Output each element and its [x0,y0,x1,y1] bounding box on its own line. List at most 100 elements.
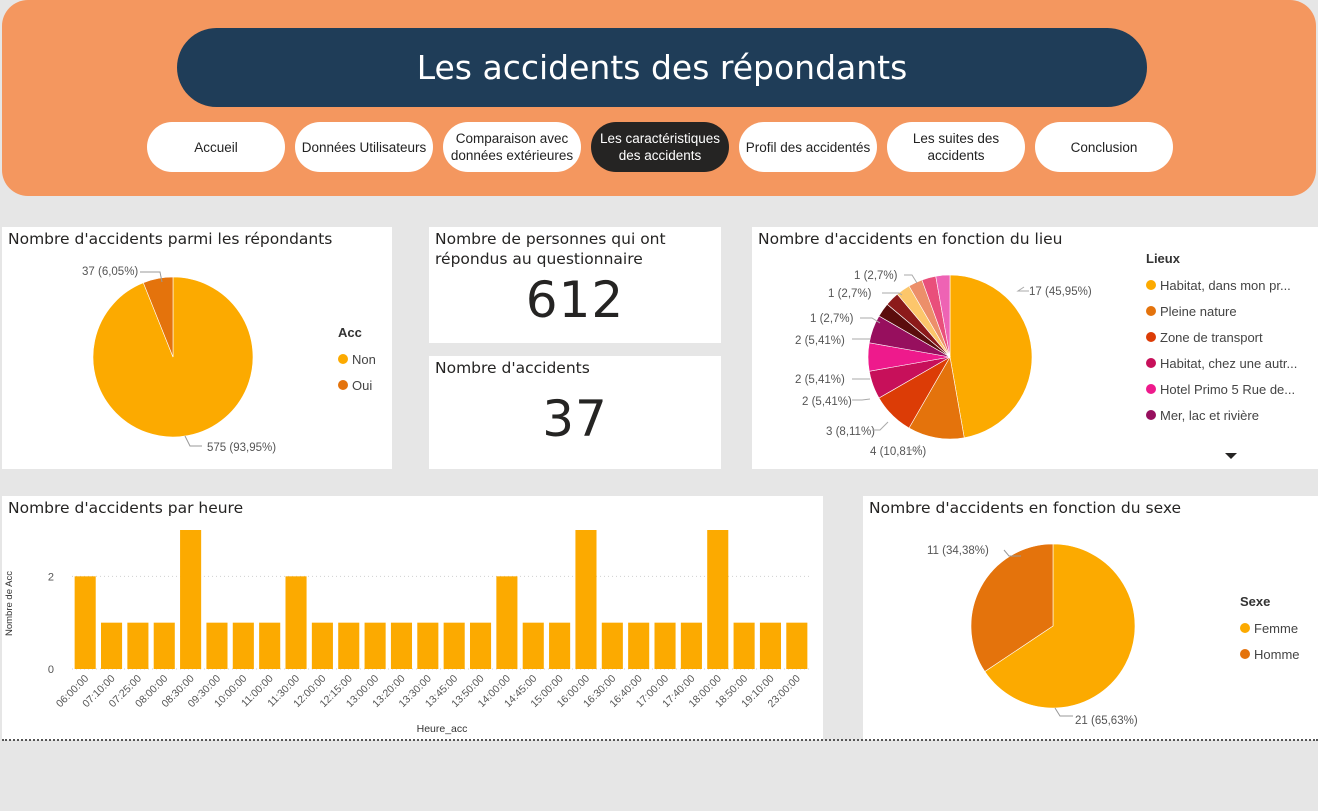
sexe-pie-chart: 11 (34,38%) 21 (65,63%) [927,543,1138,727]
accidents-card-label: Nombre d'accidents [435,359,590,377]
legend-label: Oui [352,377,373,393]
pie-leader-line [184,435,202,447]
legend-label: Femme [1254,620,1299,636]
bar-10[interactable] [338,622,360,669]
legend-label: Hotel Primo 5 Rue de... [1160,381,1296,397]
sexe-pie-legend: Sexe Femme Homme [1240,594,1300,667]
slice-label-homme: 11 (34,38%) [927,545,989,557]
legend-item[interactable]: Hotel Primo 5 Rue de... [1146,376,1297,402]
accidents-card: Nombre d'accidents 37 [429,356,721,469]
nav-button-caracteristiques[interactable]: Les caractéristiques des accidents [591,122,729,172]
legend-dot-icon [338,380,348,390]
bar-20[interactable] [601,622,623,669]
bar-9[interactable] [311,622,333,669]
nav-button-profil[interactable]: Profil des accidentés [739,122,877,172]
bar-4[interactable] [180,530,202,669]
legend-dot-icon [1146,280,1156,290]
slice-label-femme: 21 (65,63%) [1075,715,1138,727]
nav-button-comparaison[interactable]: Comparaison avec données extérieures [443,122,581,172]
bar-13[interactable] [417,622,439,669]
bar-25[interactable] [733,622,755,669]
bar-16[interactable] [496,576,518,669]
bar-27[interactable] [786,622,808,669]
legend-item[interactable]: Habitat, chez une autr... [1146,350,1297,376]
bar-0[interactable] [74,576,96,669]
y-tick-label: 0 [48,664,54,676]
lieu-pie-legend: Lieux Habitat, dans mon pr... Pleine nat… [1146,251,1297,428]
respondents-card-label: Nombre de personnes qui ont répondus au … [435,230,666,268]
nav-button-conclusion[interactable]: Conclusion [1035,122,1173,172]
pie-leader-line [1016,286,1029,292]
page-title: Les accidents des répondants [177,28,1147,107]
legend-item[interactable]: Mer, lac et rivière [1146,402,1297,428]
legend-dot-icon [1240,623,1250,633]
x-axis-label: Heure_acc [417,723,468,735]
legend-item-non[interactable]: Non [338,346,376,372]
nav-button-accueil[interactable]: Accueil [147,122,285,172]
bar-15[interactable] [469,622,492,669]
bar-8[interactable] [285,576,307,669]
bar-21[interactable] [628,622,650,669]
y-tick-label: 2 [48,571,54,583]
legend-scroll-down-icon[interactable] [1224,451,1238,461]
bar-18[interactable] [549,622,571,669]
bar-14[interactable] [443,622,465,669]
legend-item[interactable]: Zone de transport [1146,324,1297,350]
legend-dot-icon [1240,649,1250,659]
respondents-card: Nombre de personnes qui ont répondus au … [429,227,721,343]
bar-22[interactable] [654,622,676,669]
legend-dot-icon [1146,410,1156,420]
pie-slice-0[interactable] [949,274,1033,439]
legend-label: Homme [1254,646,1300,662]
legend-label: Non [352,351,376,367]
legend-item[interactable]: Habitat, dans mon pr... [1146,272,1297,298]
bar-19[interactable] [575,530,597,669]
slice-label: 2 (5,41%) [802,396,852,408]
accidents-pie-panel: Nombre d'accidents parmi les répondants … [2,227,392,469]
legend-item[interactable]: Pleine nature [1146,298,1297,324]
legend-title: Lieux [1146,251,1180,266]
legend-item-homme[interactable]: Homme [1240,641,1300,667]
bar-6[interactable] [232,622,254,669]
bar-2[interactable] [127,622,149,669]
bar-1[interactable] [100,622,123,669]
y-axis-label: Nombre de Acc [4,571,15,636]
bar-5[interactable] [206,622,228,669]
legend-label: Mer, lac et rivière [1160,407,1259,423]
sexe-pie-panel: Nombre d'accidents en fonction du sexe 1… [863,496,1318,740]
legend-label: Habitat, dans mon pr... [1160,277,1291,293]
heure-bar-chart: 06:00:0007:10:0007:25:0008:00:0008:30:00… [4,530,810,735]
slice-label-oui: 37 (6,05%) [82,266,138,278]
bar-17[interactable] [522,622,544,669]
pie-leader-line [904,274,918,284]
bar-26[interactable] [759,622,782,669]
legend-item-femme[interactable]: Femme [1240,615,1300,641]
legend-dot-icon [338,354,348,364]
accidents-pie-legend: Acc Non Oui [338,325,376,398]
legend-dot-icon [1146,332,1156,342]
page-divider [2,739,1318,741]
pie-leader-line [852,398,871,401]
bar-23[interactable] [680,622,702,669]
nav-button-donnees-utilisateurs[interactable]: Données Utilisateurs [295,122,433,172]
lieu-pie-chart: 17 (45,95%) 4 (10,81%) 3 (8,11%) 2 (5,41… [795,270,1092,458]
legend-label: Habitat, chez une autr... [1160,355,1298,371]
legend-dot-icon [1146,384,1156,394]
bar-24[interactable] [707,530,729,669]
slice-label: 2 (5,41%) [795,335,845,347]
nav-button-suites[interactable]: Les suites des accidents [887,122,1025,172]
slice-label: 1 (2,7%) [810,313,854,325]
legend-item-oui[interactable]: Oui [338,372,376,398]
bar-12[interactable] [390,622,413,669]
heure-bar-panel: Nombre d'accidents par heure 06:00:00 07:… [2,496,823,740]
slice-label: 3 (8,11%) [826,426,875,438]
slice-label-non: 575 (93,95%) [207,442,276,454]
lieu-pie-panel: Nombre d'accidents en fonction du lieu 1… [752,227,1318,469]
bar-7[interactable] [259,622,281,669]
legend-dot-icon [1146,306,1156,316]
bar-11[interactable] [364,622,386,669]
header-banner: Les accidents des répondants Accueil Don… [2,0,1316,196]
pie-leader-line [1054,707,1073,717]
bar-3[interactable] [153,622,175,669]
legend-label: Zone de transport [1160,329,1263,345]
